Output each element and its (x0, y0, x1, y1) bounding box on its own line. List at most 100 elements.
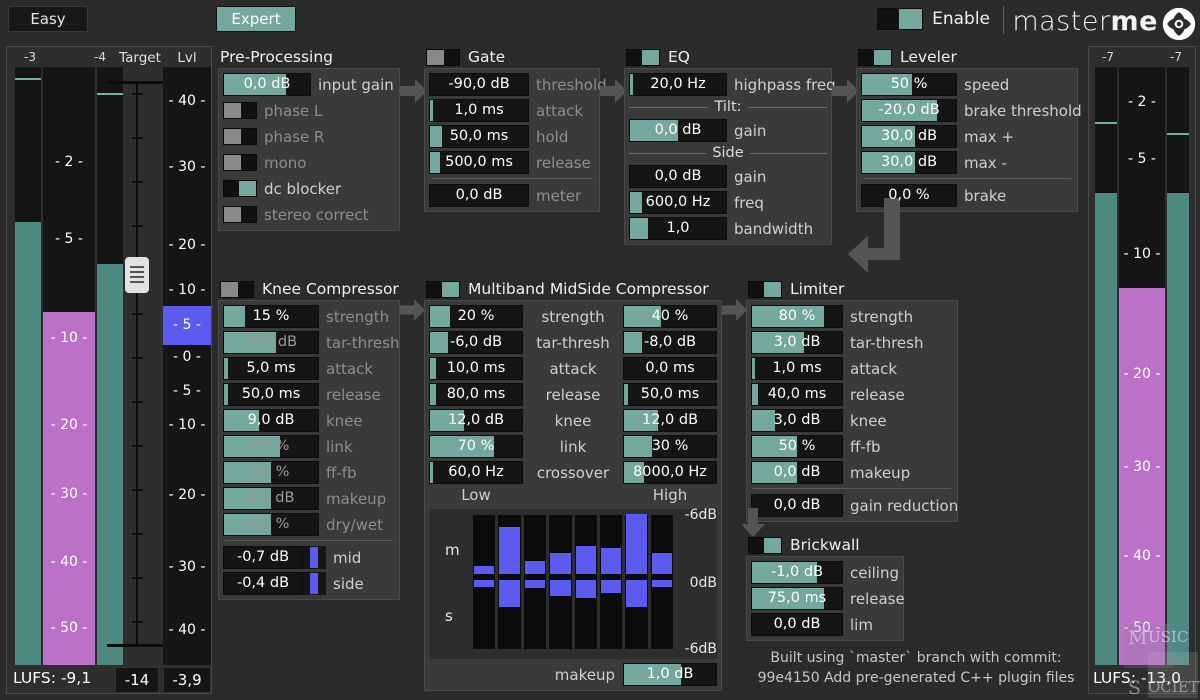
multiband-high-value: 30 % (651, 438, 689, 454)
toggle-row-phase-l: phase L (223, 99, 395, 122)
eq-side-bandwidth-slot[interactable]: 1,0 (629, 217, 727, 240)
kc-attack-slot[interactable]: 5,0 ms (223, 357, 319, 380)
lim-makeup-value: 0,0 dB (773, 464, 821, 480)
viz-mid-block (524, 560, 546, 574)
dc-blocker-toggle[interactable] (223, 180, 257, 197)
multiband-low-slot[interactable]: -6,0 dB (429, 331, 523, 354)
gate-hold-slot[interactable]: 50,0 ms (429, 125, 529, 148)
gate-release-slot[interactable]: 500,0 ms (429, 151, 529, 174)
kc-release-slot[interactable]: 50,0 ms (223, 383, 319, 406)
multiband-high-slot[interactable]: 40 % (623, 305, 717, 328)
brickwall-enable-toggle[interactable] (748, 536, 782, 554)
enable-toggle[interactable] (877, 8, 924, 30)
target-fader-track[interactable] (136, 81, 138, 647)
eq-side-freq-slot[interactable]: 600,0 Hz (629, 191, 727, 214)
lim-ff-fb-row: 50 % ff-fb (751, 435, 953, 458)
kc-strength-slot[interactable]: 15 % (223, 305, 319, 328)
bw-release-slot[interactable]: 75,0 ms (751, 587, 843, 610)
lim-makeup-slot[interactable]: 0,0 dB (751, 461, 843, 484)
flow-arrow-elbow-icon (848, 198, 900, 273)
lim-ff-fb-slot[interactable]: 50 % (751, 435, 843, 458)
leveler-max-minus-slot[interactable]: 30,0 dB (861, 151, 957, 174)
multiband-low-slot[interactable]: 80,0 ms (429, 383, 523, 406)
multiband-low-slot[interactable]: 20 % (429, 305, 523, 328)
multiband-row-label: crossover (536, 463, 610, 482)
easy-mode-button[interactable]: Easy (8, 6, 88, 32)
multiband-low-slot[interactable]: 70 % (429, 435, 523, 458)
lim-ff-fb-value: 50 % (778, 438, 816, 454)
limiter-title: Limiter (790, 280, 845, 298)
multiband-low-slot[interactable]: 60,0 Hz (429, 461, 523, 484)
stereo-correct-toggle[interactable] (223, 206, 257, 223)
multiband-enable-toggle[interactable] (426, 280, 460, 298)
kc-tar-thresh-slot[interactable]: -6,0 dB (223, 331, 319, 354)
target-fader-tick (131, 225, 143, 227)
svg-text:USIC: USIC (1148, 628, 1188, 646)
kc-ff-fb-slot[interactable]: 50 % (223, 461, 319, 484)
gate-attack-slot[interactable]: 1,0 ms (429, 99, 529, 122)
multiband-high-slot[interactable]: 30 % (623, 435, 717, 458)
multiband-low-slot[interactable]: 10,0 ms (429, 357, 523, 380)
eq-side-freq-row: 600,0 Hz freq (629, 191, 827, 214)
lim-release-slot[interactable]: 40,0 ms (751, 383, 843, 406)
input-gain-slot[interactable]: 0,0 dB (223, 73, 311, 96)
multiband-panel: Multiband MidSide Compressor 20 % strengt… (424, 278, 722, 691)
multiband-low-slot[interactable]: 12,0 dB (429, 409, 523, 432)
kc-link-slot[interactable]: 60 % (223, 435, 319, 458)
gate-meter-slot: 0,0 dB (429, 184, 529, 207)
gate-threshold-slot[interactable]: -90,0 dB (429, 73, 529, 96)
multiband-high-slot[interactable]: 8000,0 Hz (623, 461, 717, 484)
eq-tilt-gain-slot[interactable]: 0,0 dB (629, 119, 727, 142)
multiband-high-slot[interactable]: 12,0 dB (623, 409, 717, 432)
lim-release-label: release (850, 385, 905, 404)
leveler-brake-threshold-slot[interactable]: -20,0 dB (861, 99, 957, 122)
kc-knee-slot[interactable]: 9,0 dB (223, 409, 319, 432)
multiband-high-slot[interactable]: 0,0 ms (623, 357, 717, 380)
leveler-enable-toggle[interactable] (858, 48, 892, 66)
viz-mid-axis-label: 0dB (689, 575, 717, 591)
leveler-max-plus-slot[interactable]: 30,0 dB (861, 125, 957, 148)
phase-l-toggle[interactable] (223, 102, 257, 119)
knee-compressor-enable-toggle[interactable] (220, 280, 254, 298)
lim-attack-slot[interactable]: 1,0 ms (751, 357, 843, 380)
kc-dry-wet-row: 50 % dry/wet (223, 513, 395, 536)
eq-enable-toggle[interactable] (626, 48, 660, 66)
multiband-high-slot[interactable]: -8,0 dB (623, 331, 717, 354)
kc-mid-value: -0,7 dB (236, 549, 290, 565)
input-lufs-readout: LUFS: -9,1 (13, 669, 92, 687)
multiband-makeup-slot[interactable]: 1,0 dB (623, 663, 717, 686)
eq-side-gain-slot[interactable]: 0,0 dB (629, 165, 727, 188)
viz-side-block (499, 579, 520, 608)
target-fader-knob[interactable] (125, 257, 149, 293)
viz-mid-block (575, 545, 596, 574)
expert-mode-button[interactable]: Expert (216, 6, 296, 32)
phase-r-toggle[interactable] (223, 128, 257, 145)
eq-panel: EQ 20,0 Hz highpass freq Tilt: 0,0 dB ga… (624, 46, 836, 245)
lim-release-row: 40,0 ms release (751, 383, 953, 406)
limiter-enable-toggle[interactable] (748, 280, 782, 298)
mono-toggle[interactable] (223, 154, 257, 171)
lim-knee-slot[interactable]: 3,0 dB (751, 409, 843, 432)
input-scale-tick: - 40 - (50, 554, 88, 571)
lvl-gain-tick: - 10 - (168, 282, 206, 298)
leveler-brake-threshold-row: -20,0 dB brake threshold (861, 99, 1082, 122)
lvl-gain-scale-column: - 40 - - 30 - - 20 - - 10 - - 5 - - 0 - - 5 - -… (163, 67, 211, 665)
leveler-speed-slot[interactable]: 50 % (861, 73, 957, 96)
header-divider (1003, 6, 1004, 34)
multiband-high-slot[interactable]: 50,0 ms (623, 383, 717, 406)
eq-highpass-slot[interactable]: 20,0 Hz (629, 73, 727, 96)
kc-dry-wet-slot[interactable]: 50 % (223, 513, 319, 536)
multiband-row: 10,0 ms attack 0,0 ms (429, 357, 717, 380)
target-value-readout[interactable]: -14 (115, 667, 159, 693)
bw-ceiling-slot[interactable]: -1,0 dB (751, 561, 843, 584)
lim-strength-slot[interactable]: 80 % (751, 305, 843, 328)
input-meter-left-peak (15, 78, 41, 80)
input-scale-column: - 2 - - 5 - - 10 - - 20 - - 30 - - 40 - - 50 - (43, 67, 95, 665)
kc-makeup-slot[interactable]: 0,0 dB (223, 487, 319, 510)
gate-enable-toggle[interactable] (426, 48, 460, 66)
kc-ff-fb-label: ff-fb (326, 463, 357, 482)
output-scale-tick: - 5 - (1128, 150, 1156, 167)
viz-side-label: s (445, 607, 453, 625)
lim-tar-thresh-slot[interactable]: 3,0 dB (751, 331, 843, 354)
gate-hold-value: 50,0 ms (449, 128, 509, 144)
